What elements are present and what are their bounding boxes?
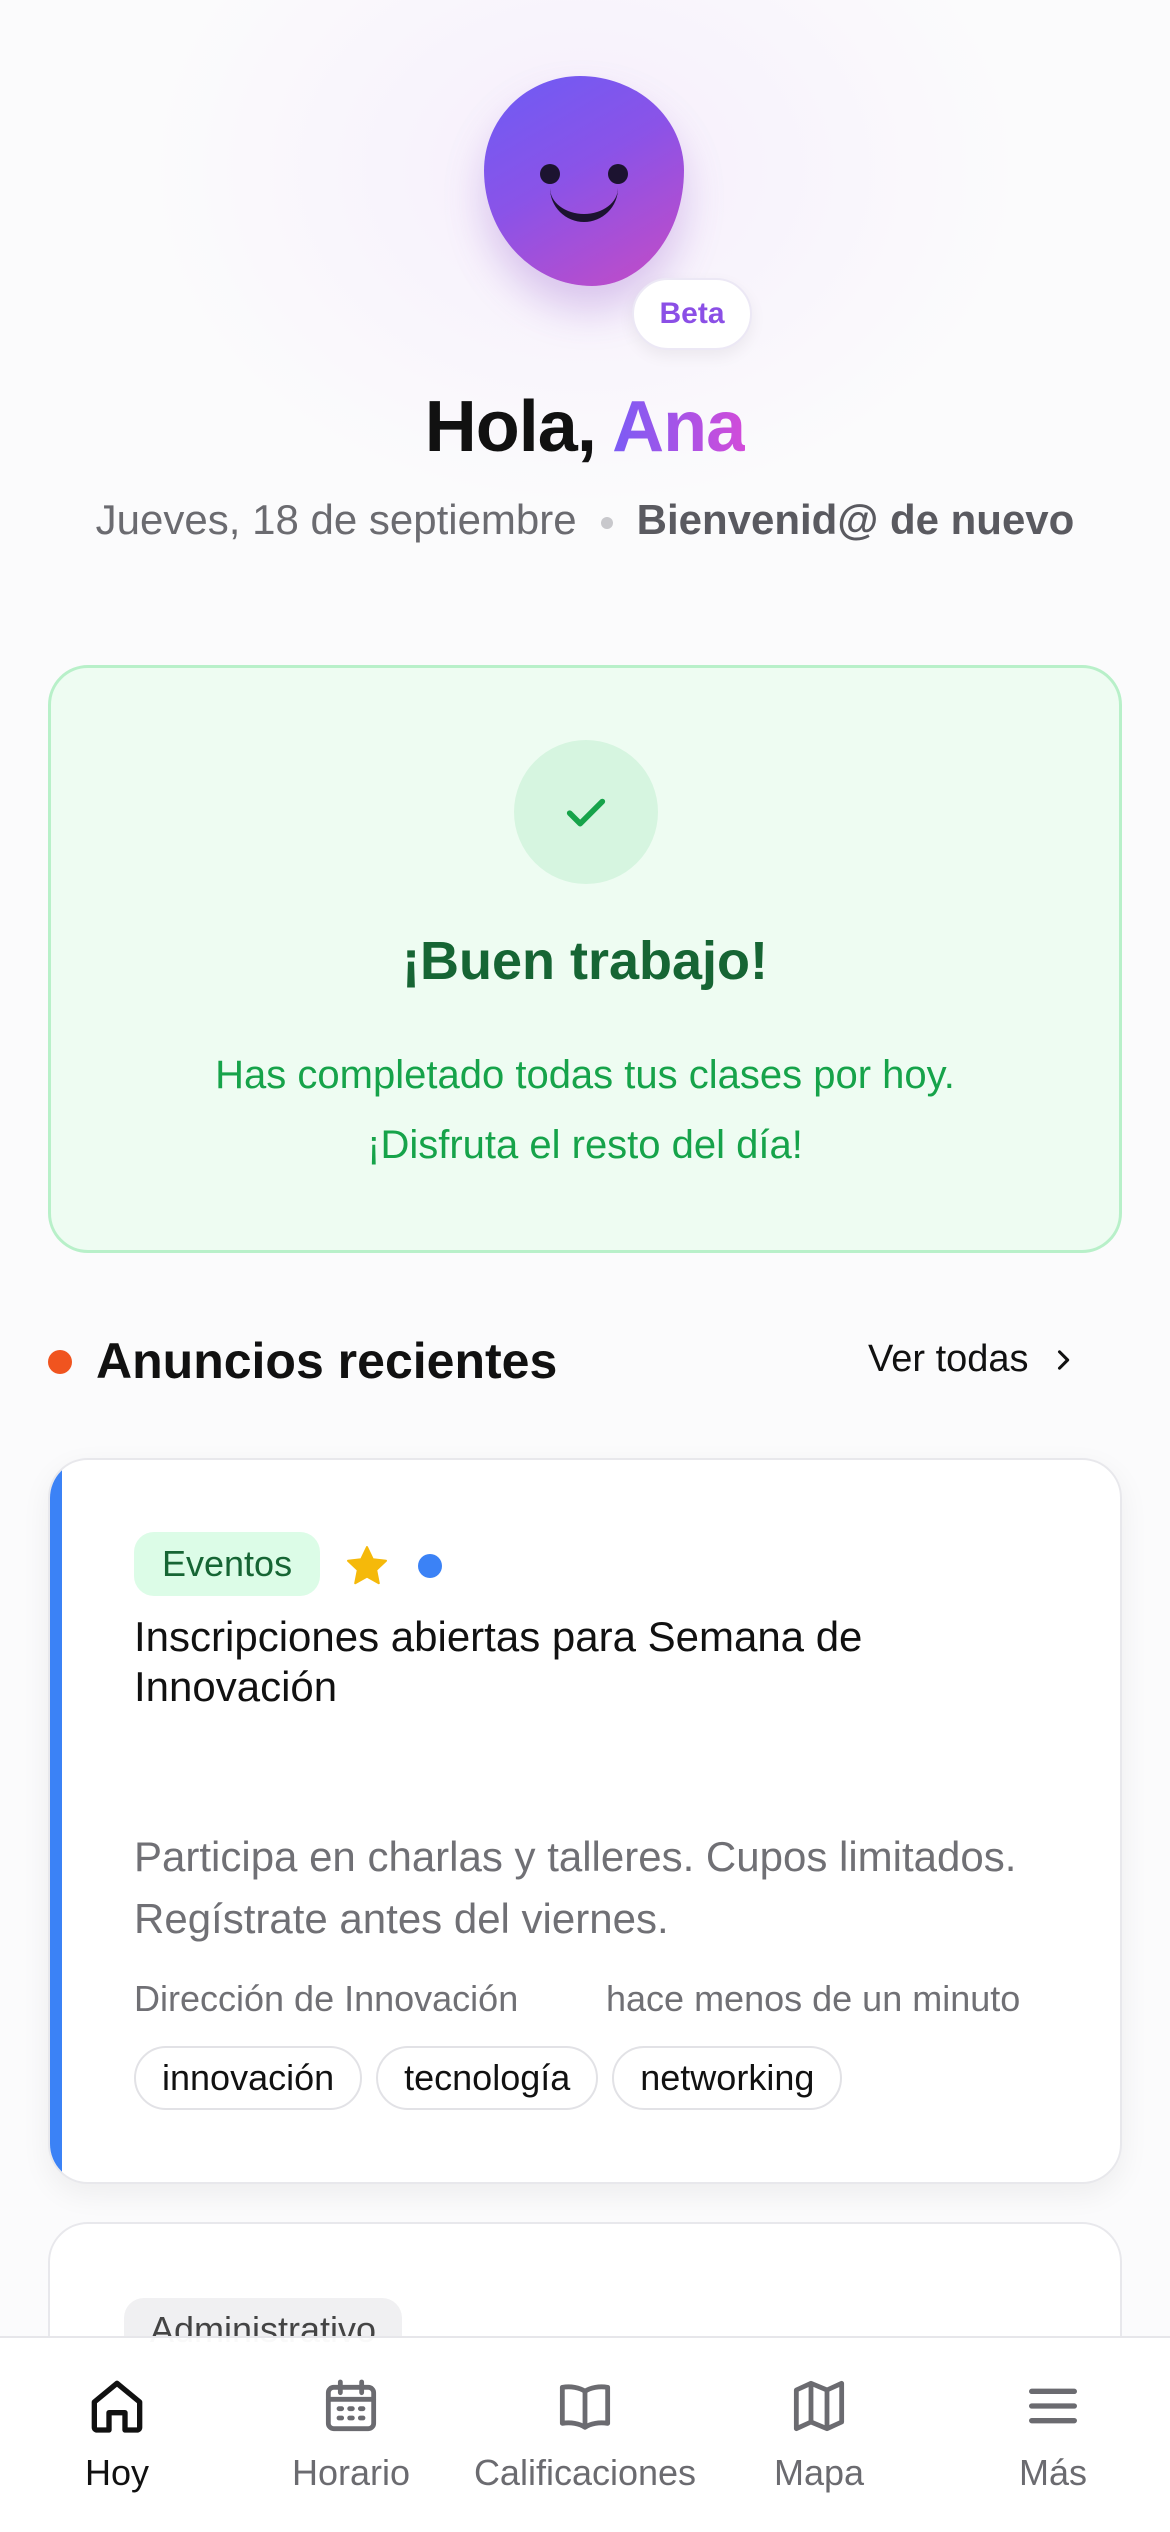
see-all-label: Ver todas xyxy=(868,1338,1029,1380)
avatar-eye-right xyxy=(608,164,628,184)
avatar[interactable] xyxy=(484,76,684,286)
tab-label: Mapa xyxy=(773,2452,865,2493)
announcement-title: Inscripciones abiertas para Semana de In… xyxy=(134,1613,863,1710)
unread-indicator-dot xyxy=(418,1554,442,1578)
tab-horario[interactable]: Horario xyxy=(234,2338,468,2532)
calendar-icon xyxy=(325,2379,377,2432)
avatar-face-icon xyxy=(484,76,684,286)
tag-chip[interactable]: networking xyxy=(612,2046,843,2110)
greeting-prefix: Hola, xyxy=(424,387,613,467)
home-screen: Beta Hola, Ana Jueves, 18 de septiembre B… xyxy=(0,0,1170,2532)
menu-icon xyxy=(1029,2388,1077,2424)
user-name: Ana xyxy=(612,387,746,467)
beta-badge: Beta xyxy=(632,278,752,350)
tab-calificaciones[interactable]: Calificaciones xyxy=(468,2338,702,2532)
announcements-section-title: Anuncios recientes xyxy=(96,1333,558,1389)
check-icon xyxy=(514,740,658,884)
tab-hoy[interactable]: Hoy xyxy=(0,2338,234,2532)
tab-label: Más xyxy=(1018,2452,1087,2493)
success-message-line1: Has completado todas tus clases por hoy. xyxy=(215,1053,955,1097)
see-all-announcements-link[interactable]: Ver todas xyxy=(868,1338,1077,1381)
date-subline: Jueves, 18 de septiembre Bienvenid@ de nu… xyxy=(0,496,1170,544)
success-message: Has completado todas tus clases por hoy.… xyxy=(51,1040,1119,1180)
tag-list: innovación tecnología networking xyxy=(134,2046,843,2110)
classes-complete-card: ¡Buen trabajo! Has completado todas tus … xyxy=(48,665,1122,1253)
tag-chip[interactable]: tecnología xyxy=(376,2046,599,2110)
avatar-eye-left xyxy=(540,164,560,184)
chevron-right-icon xyxy=(1057,1349,1069,1370)
tab-mapa[interactable]: Mapa xyxy=(702,2338,936,2532)
tab-label: Hoy xyxy=(84,2452,150,2493)
home-icon xyxy=(91,2380,143,2433)
separator-dot xyxy=(600,516,613,529)
tab-label: Calificaciones xyxy=(473,2452,697,2493)
map-icon xyxy=(793,2380,845,2432)
announcement-time: hace menos de un minuto xyxy=(606,1978,1021,2019)
bottom-tab-bar: Hoy Horario Calificaciones Mapa Más xyxy=(0,2336,1170,2532)
greeting-title: Hola, Ana xyxy=(0,386,1170,468)
avatar-mouth xyxy=(550,188,618,222)
category-chip: Eventos xyxy=(134,1532,321,1596)
card-accent-bar xyxy=(50,1460,62,2182)
section-indicator-dot xyxy=(48,1350,72,1374)
book-icon xyxy=(559,2384,611,2430)
announcement-card[interactable]: Eventos Inscripciones abiertas para Sema… xyxy=(48,1458,1122,2184)
tab-label: Horario xyxy=(291,2452,411,2493)
success-title: ¡Buen trabajo! xyxy=(401,931,768,991)
tab-mas[interactable]: Más xyxy=(936,2338,1170,2532)
tag-chip[interactable]: innovación xyxy=(134,2046,363,2110)
announcement-author: Dirección de Innovación xyxy=(134,1978,519,2019)
star-icon[interactable] xyxy=(342,1542,392,1590)
welcome-text: Bienvenid@ de nuevo xyxy=(636,496,1075,543)
announcement-body: Participa en charlas y talleres. Cupos l… xyxy=(134,1833,1017,1942)
success-message-line2: ¡Disfruta el resto del día! xyxy=(367,1123,803,1167)
current-date: Jueves, 18 de septiembre xyxy=(95,496,577,543)
